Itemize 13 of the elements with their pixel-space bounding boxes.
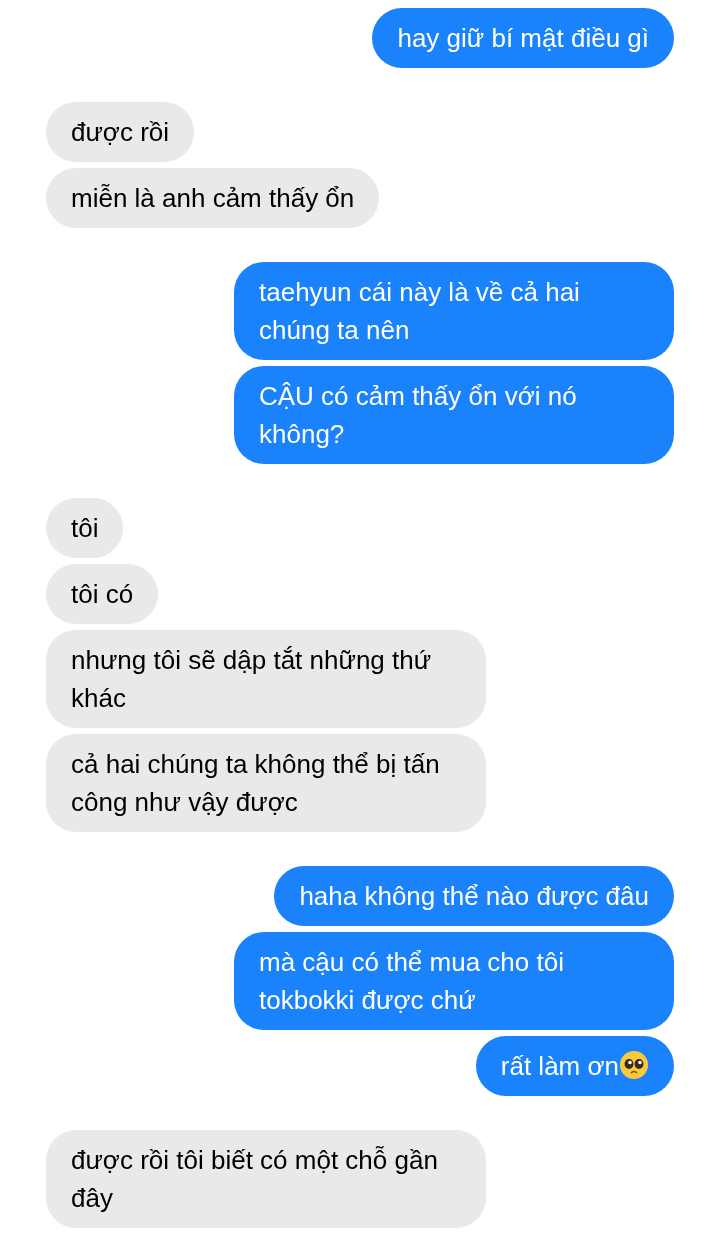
- received-message: được rồi: [46, 102, 195, 162]
- sent-message: taehyun cái này là về cả hai chúng ta nên: [234, 262, 674, 360]
- sent-message: mà cậu có thể mua cho tôi tokbokki được chứ: [234, 932, 674, 1030]
- received-message: tôi có: [46, 564, 159, 624]
- sent-message: hay giữ bí mật điều gì: [372, 8, 674, 68]
- received-message: miễn là anh cảm thấy ổn: [46, 168, 380, 228]
- received-message: nhưng tôi sẽ dập tắt những thứ khác: [46, 630, 486, 728]
- sent-message: rất làm ơn: [475, 1036, 674, 1096]
- sent-message: haha không thể nào được đâu: [274, 866, 674, 926]
- sent-message: CẬU có cảm thấy ổn với nó không?: [234, 366, 674, 464]
- received-message: được rồi tôi biết có một chỗ gần đây: [46, 1130, 486, 1228]
- received-message: cả hai chúng ta không thể bị tấn công như vậy được: [46, 734, 486, 832]
- received-message: tôi: [46, 498, 124, 558]
